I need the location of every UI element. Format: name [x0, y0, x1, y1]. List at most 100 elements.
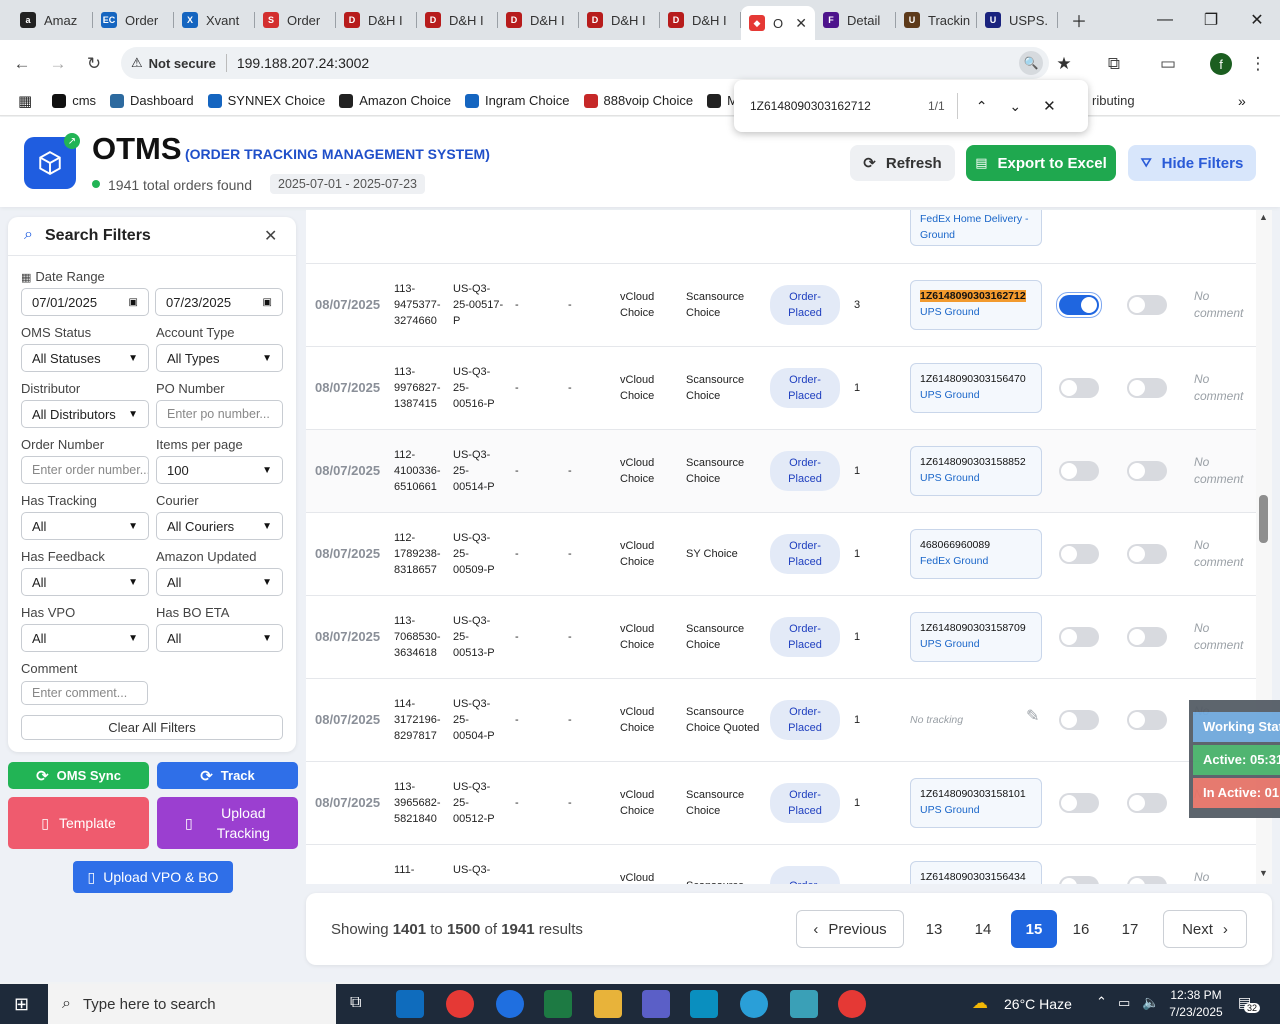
feedback-toggle[interactable] [1127, 544, 1167, 564]
tracking-box[interactable]: 1Z6148090303162712 UPS Ground [910, 280, 1042, 330]
browser-tab[interactable]: U USPS. [977, 0, 1058, 40]
track-button[interactable]: ⟳ Track [157, 762, 298, 789]
date-from-input[interactable]: 07/01/2025 ▣ [21, 288, 149, 316]
back-icon[interactable]: ← [10, 52, 34, 76]
file-explorer-icon[interactable] [594, 990, 622, 1018]
account-type-select[interactable]: All Types ▼ [156, 344, 283, 372]
browser-menu-icon[interactable]: ⋮ [1246, 52, 1270, 76]
has-tracking-select[interactable]: All ▼ [21, 512, 149, 540]
amazon-updated-toggle[interactable] [1059, 793, 1099, 813]
windows-start-icon[interactable]: ⊞ [14, 994, 29, 1015]
bookmark-item[interactable]: Amazon Choice [339, 93, 451, 108]
items-per-page-select[interactable]: 100 ▼ [156, 456, 283, 484]
oms-sync-button[interactable]: ⟳ OMS Sync [8, 762, 149, 789]
next-page-button[interactable]: Next › [1163, 910, 1247, 948]
comment-cell[interactable]: No comment [1194, 537, 1243, 571]
template-button[interactable]: ▯ Template [8, 797, 149, 849]
feedback-toggle[interactable] [1127, 627, 1167, 647]
extensions-icon[interactable]: ⧉ [1102, 52, 1126, 76]
upload-tracking-button[interactable]: ▯ Upload Tracking [157, 797, 298, 849]
amazon-updated-toggle[interactable] [1059, 378, 1099, 398]
browser-tab[interactable]: D D&H I [336, 0, 417, 40]
amazon-updated-toggle[interactable] [1059, 461, 1099, 481]
browser-tab[interactable]: D D&H I [579, 0, 660, 40]
oms-status-select[interactable]: All Statuses ▼ [21, 344, 149, 372]
previous-page-button[interactable]: ‹ Previous [796, 910, 904, 948]
chrome-icon[interactable] [446, 990, 474, 1018]
apps-grid-icon[interactable]: ▦ [18, 92, 32, 110]
order-number[interactable]: 112- 4100336- 6510661 [394, 447, 441, 495]
tracking-box[interactable]: 1Z6148090303158709 UPS Ground [910, 612, 1042, 662]
amazon-updated-toggle[interactable] [1059, 710, 1099, 730]
comment-cell[interactable]: No comment [1194, 288, 1243, 322]
close-tab-icon[interactable]: ✕ [791, 15, 807, 32]
tracking-box[interactable]: 1Z6148090303158101 UPS Ground [910, 778, 1042, 828]
order-number[interactable]: 113- 9475377- 3274660 [394, 281, 441, 329]
feedback-toggle[interactable] [1127, 710, 1167, 730]
browser-tab[interactable]: a Amaz [12, 0, 93, 40]
browser-tab[interactable]: EC Order [93, 0, 174, 40]
feedback-toggle[interactable] [1127, 461, 1167, 481]
amazon-updated-toggle[interactable] [1059, 544, 1099, 564]
comment-cell[interactable]: No [1194, 869, 1209, 884]
volume-icon[interactable]: 🔈 [1142, 994, 1159, 1011]
has-feedback-select[interactable]: All ▼ [21, 568, 149, 596]
browser-tab[interactable]: X Xvant [174, 0, 255, 40]
teams-icon[interactable] [642, 990, 670, 1018]
page-button[interactable]: 16 [1058, 910, 1104, 948]
feedback-toggle[interactable] [1127, 378, 1167, 398]
find-next-icon[interactable]: ⌄ [1009, 98, 1021, 115]
cast-icon[interactable]: ▭ [1156, 52, 1180, 76]
upload-vpo-bo-button[interactable]: ▯ Upload VPO & BO [73, 861, 233, 893]
date-to-input[interactable]: 07/23/2025 ▣ [155, 288, 283, 316]
order-number[interactable]: 111- [394, 862, 414, 884]
edit-pencil-icon[interactable]: ✎ [1026, 709, 1039, 725]
app-icon[interactable] [790, 990, 818, 1018]
task-view-icon[interactable]: ⧉ [350, 994, 361, 1012]
find-input[interactable]: 1Z6148090303162712 [750, 99, 910, 113]
feedback-toggle[interactable] [1127, 876, 1167, 884]
browser-tab[interactable]: S Order [255, 0, 336, 40]
courier-select[interactable]: All Couriers ▼ [156, 512, 283, 540]
feedback-toggle[interactable] [1127, 793, 1167, 813]
maximize-button[interactable]: ❐ [1188, 0, 1234, 40]
page-button[interactable]: 14 [960, 910, 1006, 948]
refresh-button[interactable]: ⟳ Refresh [850, 145, 955, 181]
bookmark-item[interactable]: Ingram Choice [464, 93, 570, 108]
browser-tab[interactable]: U Trackin [896, 0, 977, 40]
page-button[interactable]: 13 [911, 910, 957, 948]
network-icon[interactable]: ▭ [1118, 995, 1130, 1011]
tracking-box[interactable]: 468066960089 FedEx Ground [910, 529, 1042, 579]
order-number[interactable]: 114- 3172196- 8297817 [394, 696, 441, 744]
amazon-updated-select[interactable]: All ▼ [156, 568, 283, 596]
page-button[interactable]: 17 [1107, 910, 1153, 948]
browser-tab[interactable]: D D&H I [498, 0, 579, 40]
excel-icon[interactable] [544, 990, 572, 1018]
amazon-updated-toggle[interactable] [1059, 627, 1099, 647]
bookmark-item[interactable]: Dashboard [110, 93, 194, 108]
find-previous-icon[interactable]: ⌃ [976, 98, 988, 115]
order-number-input[interactable]: Enter order number... [21, 456, 149, 484]
zoom-icon[interactable] [496, 990, 524, 1018]
comment-cell[interactable]: No comment [1194, 620, 1243, 654]
reload-icon[interactable]: ↻ [82, 52, 106, 76]
find-in-page-icon[interactable]: 🔍 [1019, 51, 1043, 75]
amazon-updated-toggle[interactable] [1056, 292, 1102, 318]
comment-cell[interactable]: No comment [1194, 454, 1243, 488]
close-window-button[interactable]: ✕ [1234, 0, 1280, 40]
tracking-box[interactable]: 1Z6148090303158852 UPS Ground [910, 446, 1042, 496]
has-bo-eta-select[interactable]: All ▼ [156, 624, 283, 652]
chrome-icon[interactable] [838, 990, 866, 1018]
address-bar[interactable]: ⚠ Not secure 199.188.207.24:3002 🔍 [121, 47, 1049, 79]
minimize-button[interactable]: — [1142, 0, 1188, 40]
tracking-box[interactable]: 1Z6148090303156470 UPS Ground [910, 363, 1042, 413]
browser-tab[interactable]: F Detail [815, 0, 896, 40]
page-button[interactable]: 15 [1011, 910, 1057, 948]
browser-tab[interactable]: ◆ O ✕ [741, 6, 815, 40]
feedback-toggle[interactable] [1127, 295, 1167, 315]
export-excel-button[interactable]: ▤ Export to Excel [966, 145, 1116, 181]
edge-icon[interactable] [740, 990, 768, 1018]
comment-input[interactable]: Enter comment... [21, 681, 148, 705]
amazon-updated-toggle[interactable] [1059, 876, 1099, 884]
clear-filters-button[interactable]: Clear All Filters [21, 715, 283, 740]
